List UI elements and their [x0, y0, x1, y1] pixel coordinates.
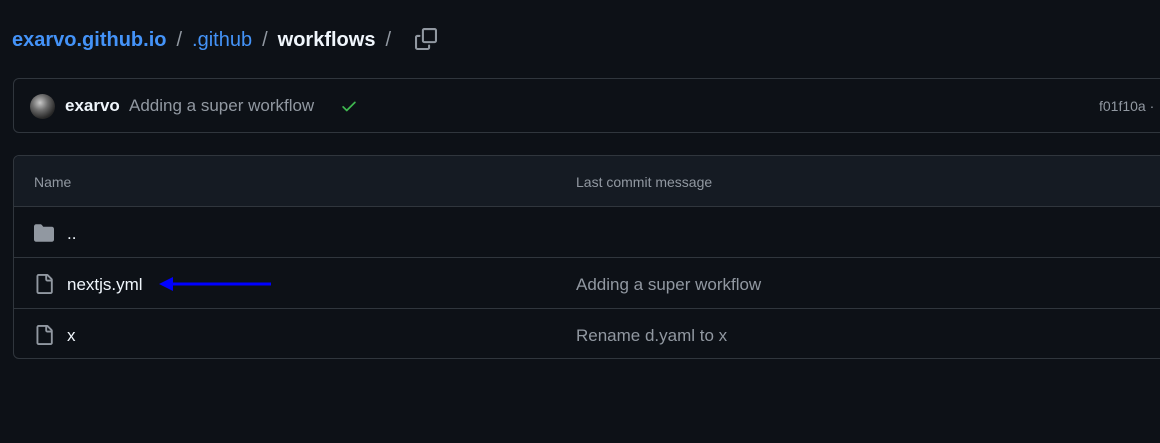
- table-row-x[interactable]: x Rename d.yaml to x: [14, 309, 1160, 358]
- file-name-link[interactable]: nextjs.yml: [67, 275, 143, 295]
- breadcrumb-repo-link[interactable]: exarvo.github.io: [12, 29, 166, 52]
- file-icon: [36, 274, 53, 294]
- arrow-left-annotation: [159, 277, 271, 291]
- breadcrumb-separator: /: [385, 28, 392, 51]
- copy-path-button[interactable]: [408, 22, 444, 56]
- breadcrumb-folder-link[interactable]: .github: [192, 29, 252, 52]
- avatar[interactable]: [30, 94, 55, 119]
- copy-icon: [415, 28, 437, 50]
- folder-icon: [34, 224, 54, 242]
- column-header-name: Name: [34, 174, 72, 190]
- commit-sha-link[interactable]: f01f10a ·: [1099, 98, 1154, 114]
- breadcrumb: exarvo.github.io / .github / workflows /: [12, 24, 401, 56]
- commit-message-link[interactable]: Adding a super workflow: [129, 96, 314, 116]
- commit-author-link[interactable]: exarvo: [65, 96, 120, 116]
- breadcrumb-current-folder: workflows: [277, 28, 376, 51]
- latest-commit-bar: exarvo Adding a super workflow f01f10a ·: [13, 78, 1160, 133]
- column-header-last-commit-message: Last commit message: [576, 174, 713, 190]
- repo-folder-view: exarvo.github.io / .github / workflows /…: [0, 0, 1160, 443]
- check-icon[interactable]: [340, 97, 358, 115]
- breadcrumb-separator: /: [262, 28, 268, 51]
- file-name-link[interactable]: x: [67, 326, 76, 346]
- table-header: Name Last commit message: [14, 156, 1160, 207]
- breadcrumb-separator: /: [176, 28, 183, 51]
- file-name-link[interactable]: ..: [67, 224, 76, 244]
- row-commit-message[interactable]: Rename d.yaml to x: [576, 326, 727, 346]
- file-icon: [36, 325, 53, 345]
- file-table: Name Last commit message .. nextjs.yml A…: [13, 155, 1160, 359]
- table-row-nextjs-yml[interactable]: nextjs.yml Adding a super workflow: [14, 258, 1160, 309]
- row-commit-message[interactable]: Adding a super workflow: [576, 275, 761, 295]
- table-row-parent-folder[interactable]: ..: [14, 207, 1160, 258]
